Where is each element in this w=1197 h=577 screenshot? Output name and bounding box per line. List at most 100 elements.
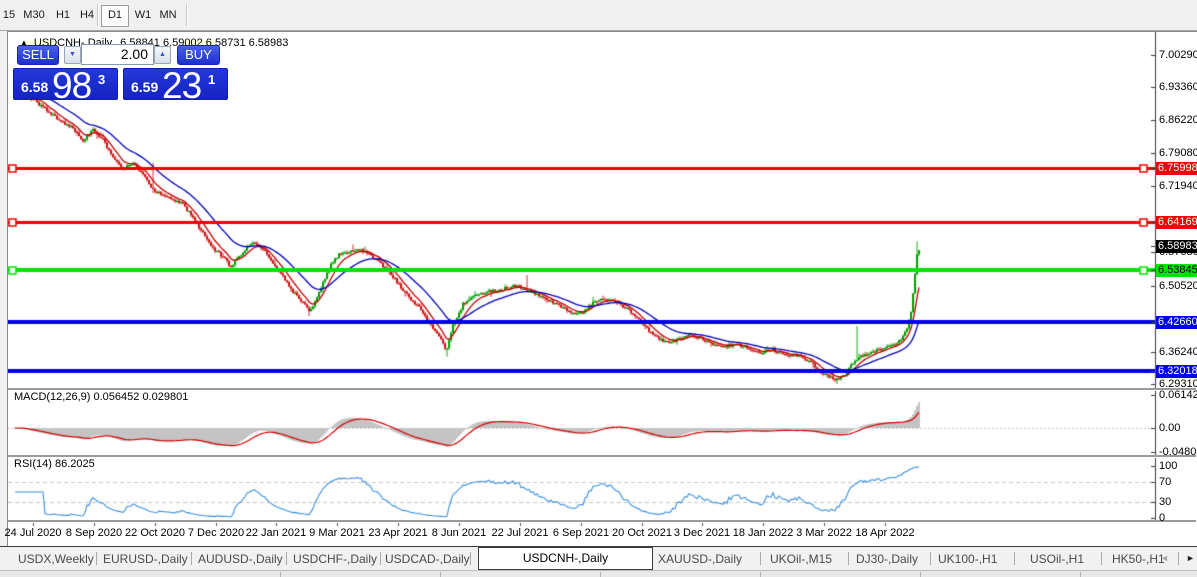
buy-price-big: 23 bbox=[162, 65, 201, 107]
y-axis-tick: 7.00290 bbox=[1159, 49, 1197, 62]
x-axis-date: 22 Oct 2020 bbox=[125, 527, 185, 539]
x-axis-date: 7 Dec 2020 bbox=[188, 527, 244, 539]
x-axis-date: 6 Sep 2021 bbox=[553, 527, 609, 539]
timeframe-button-MN[interactable]: MN bbox=[156, 5, 180, 25]
price-level-label: 6.32018 bbox=[1156, 365, 1197, 378]
x-axis-date: 22 Jul 2021 bbox=[492, 527, 549, 539]
volume-increase-button[interactable]: ▲ bbox=[154, 46, 171, 64]
tab-separator bbox=[1101, 552, 1102, 565]
y-axis-tick: 6.71940 bbox=[1159, 180, 1197, 193]
tab-EURUSD-,Daily[interactable]: EURUSD-,Daily bbox=[103, 552, 188, 566]
toolbar-separator bbox=[97, 4, 99, 26]
tab-separator bbox=[930, 552, 931, 565]
tab-XAUUSD-,Daily[interactable]: XAUUSD-,Daily bbox=[658, 552, 742, 566]
y-axis-tick: 6.93360 bbox=[1159, 81, 1197, 94]
timeframe-button-D1[interactable]: D1 bbox=[101, 5, 129, 27]
buy-price-sup: 1 bbox=[208, 72, 215, 87]
timeframe-button-M30[interactable]: M30 bbox=[20, 5, 48, 25]
timeframe-button-W1[interactable]: W1 bbox=[132, 5, 154, 25]
time-axis-splitter bbox=[8, 520, 1196, 523]
tab-AUDUSD-,Daily[interactable]: AUDUSD-,Daily bbox=[198, 552, 283, 566]
timeframe-button-15[interactable]: 15 bbox=[2, 5, 16, 25]
rsi-value: 86.2025 bbox=[55, 458, 95, 470]
buy-price-small: 6.59 bbox=[131, 79, 158, 95]
tab-UKOil-,M15[interactable]: UKOil-,M15 bbox=[770, 552, 832, 566]
buy-button[interactable]: BUY bbox=[177, 45, 220, 65]
x-axis-date: 18 Apr 2022 bbox=[855, 527, 914, 539]
tab-separator bbox=[96, 552, 97, 565]
tab-USDCAD-,Daily[interactable]: USDCAD-,Daily bbox=[385, 552, 470, 566]
tab-USDCHF-,Daily[interactable]: USDCHF-,Daily bbox=[293, 552, 377, 566]
tab-UK100-,H1[interactable]: UK100-,H1 bbox=[938, 552, 997, 566]
price-level-label: 6.64169 bbox=[1156, 216, 1197, 229]
y-axis-tick: 6.36240 bbox=[1159, 346, 1197, 359]
chart-canvas[interactable] bbox=[8, 32, 1196, 544]
macd-indicator-label: MACD(12,26,9) 0.056452 0.029801 bbox=[14, 391, 188, 403]
sell-price-small: 6.58 bbox=[21, 79, 48, 95]
mt4-application: { "toolbar": { "timeframes": [ {"label":… bbox=[0, 0, 1197, 576]
macd-main-value: 0.056452 bbox=[93, 391, 139, 403]
tab-separator bbox=[470, 552, 471, 565]
sell-button[interactable]: SELL bbox=[17, 45, 59, 65]
tab-separator bbox=[848, 552, 849, 565]
rsi-axis-tick: 100 bbox=[1159, 460, 1177, 473]
chart-tab-bar: USDX,Weekly EURUSD-,Daily AUDUSD-,Daily USD… bbox=[0, 546, 1197, 571]
macd-axis-tick: -0.048025 bbox=[1159, 446, 1197, 459]
y-axis-tick: 6.50520 bbox=[1159, 280, 1197, 293]
x-axis-date: 3 Mar 2022 bbox=[796, 527, 852, 539]
tab-separator bbox=[191, 552, 192, 565]
sell-price-big: 98 bbox=[52, 65, 91, 107]
status-separator bbox=[440, 572, 441, 577]
volume-decrease-button[interactable]: ▼ bbox=[64, 46, 81, 64]
rsi-axis-tick: 30 bbox=[1159, 496, 1171, 509]
tab-HK50-,H1[interactable]: HK50-,H1 bbox=[1112, 552, 1165, 566]
rsi-axis-tick: 70 bbox=[1159, 476, 1171, 489]
x-axis-date: 18 Jan 2022 bbox=[733, 527, 794, 539]
tab-separator bbox=[760, 552, 761, 565]
timeframe-button-H4[interactable]: H4 bbox=[77, 5, 97, 25]
price-level-label: 6.53845 bbox=[1156, 264, 1197, 277]
y-axis-tick: 6.86220 bbox=[1159, 114, 1197, 127]
status-separator bbox=[600, 572, 601, 577]
x-axis-date: 23 Apr 2021 bbox=[368, 527, 427, 539]
x-axis-date: 20 Oct 2021 bbox=[612, 527, 672, 539]
current-price-label: 6.58983 bbox=[1156, 240, 1197, 253]
tab-separator bbox=[1014, 552, 1015, 565]
tab-USDX,Weekly[interactable]: USDX,Weekly bbox=[18, 552, 94, 566]
rsi-pane-splitter[interactable] bbox=[8, 455, 1196, 458]
sell-price-display[interactable]: 6.58 98 3 bbox=[13, 68, 118, 100]
spinner-down-icon: ▼ bbox=[69, 51, 76, 58]
price-level-label: 6.75998 bbox=[1156, 162, 1197, 175]
x-axis-date: 22 Jan 2021 bbox=[246, 527, 307, 539]
rsi-axis-tick: 0 bbox=[1159, 512, 1165, 525]
y-axis-tick: 6.79080 bbox=[1159, 147, 1197, 160]
tab-label: USDCNH-,Daily bbox=[479, 548, 652, 569]
tab-separator bbox=[1178, 552, 1179, 565]
tab-USOil-,H1[interactable]: USOil-,H1 bbox=[1030, 552, 1084, 566]
buy-price-display[interactable]: 6.59 23 1 bbox=[123, 68, 228, 100]
x-axis-date: 24 Jul 2020 bbox=[5, 527, 62, 539]
timeframe-toolbar: 15M30H1H4D1W1MN bbox=[0, 0, 1197, 31]
x-axis-date: 8 Sep 2020 bbox=[66, 527, 122, 539]
volume-input[interactable]: 2.00 bbox=[81, 44, 154, 65]
x-axis-date: 9 Mar 2021 bbox=[309, 527, 365, 539]
status-separator bbox=[280, 572, 281, 577]
tab-DJ30-,Daily[interactable]: DJ30-,Daily bbox=[856, 552, 918, 566]
status-separator bbox=[760, 572, 761, 577]
timeframe-button-H1[interactable]: H1 bbox=[53, 5, 73, 25]
tab-separator bbox=[286, 552, 287, 565]
toolbar-separator bbox=[186, 4, 188, 26]
sell-price-sup: 3 bbox=[98, 72, 105, 87]
price-level-label: 6.42660 bbox=[1156, 316, 1197, 329]
spinner-up-icon: ▲ bbox=[159, 51, 166, 58]
rsi-indicator-label: RSI(14) 86.2025 bbox=[14, 458, 95, 470]
status-separator bbox=[1080, 572, 1081, 577]
macd-axis-tick: 0.00 bbox=[1159, 422, 1180, 435]
tab-USDCNH-,Daily[interactable]: USDCNH-,Daily bbox=[478, 547, 653, 570]
status-separator bbox=[920, 572, 921, 577]
x-axis-date: 3 Dec 2021 bbox=[674, 527, 730, 539]
tab-scroll-right-icon[interactable]: ► bbox=[1186, 553, 1195, 563]
tab-separator bbox=[380, 552, 381, 565]
tab-scroll-left-icon[interactable]: ◄ bbox=[1160, 553, 1169, 563]
macd-axis-tick: 0.061427 bbox=[1159, 389, 1197, 402]
